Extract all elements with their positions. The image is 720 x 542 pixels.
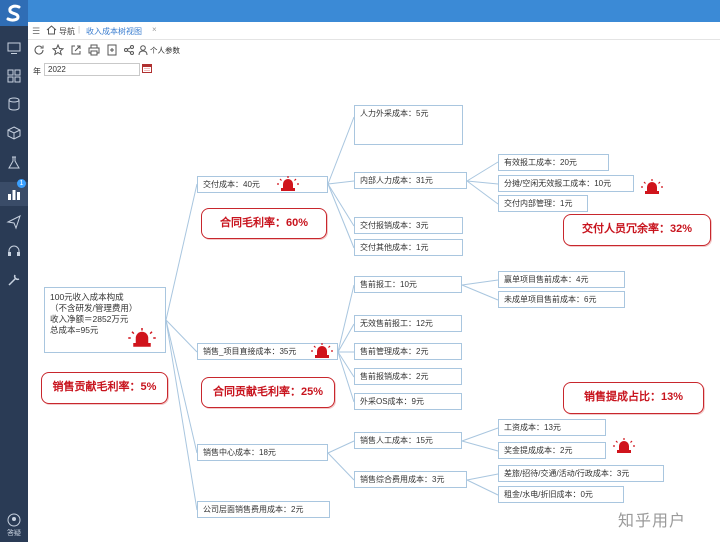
node-hr-outsource-cost[interactable]: 人力外采成本：5元 (354, 105, 463, 145)
node-delivery-reimb-cost[interactable]: 交付报销成本：3元 (354, 217, 463, 234)
alarm-icon (641, 179, 663, 194)
node-valid-report-cost[interactable]: 有效报工成本：20元 (498, 154, 609, 171)
node-sales-labor-cost[interactable]: 销售人工成本：15元 (354, 432, 462, 449)
callout-sales-margin: 销售贡献毛利率：5% (41, 372, 168, 404)
callout-contract-contribution: 合同贡献毛利率：25% (201, 377, 335, 408)
node-sales-misc-cost[interactable]: 销售综合费用成本：3元 (354, 471, 467, 488)
callout-text: 销售提成占比：13% (583, 391, 683, 403)
node-delivery-dept-mgmt[interactable]: 交付内部管理：1元 (498, 195, 588, 212)
node-idle-report-cost[interactable]: 分摊/空闲无效报工成本：10元 (498, 175, 634, 192)
node-bonus-cost[interactable]: 奖金提成成本：2元 (498, 442, 606, 459)
root-title: 100元收入成本构成 (50, 292, 124, 302)
callout-text: 合同贡献毛利率：25% (212, 386, 323, 398)
node-invalid-presales-report[interactable]: 无效售前报工：12元 (354, 315, 462, 332)
alarm-icon (311, 343, 333, 358)
node-rent-depreciation-cost[interactable]: 租金/水电/折旧成本：0元 (498, 486, 624, 503)
node-outsource-os-cost[interactable]: 外采OS成本：9元 (354, 393, 462, 410)
node-presales-mgmt-cost[interactable]: 售前管理成本：2元 (354, 343, 462, 360)
node-company-sales-cost[interactable]: 公司层面销售费用成本：2元 (197, 501, 330, 518)
callout-sales-commission: 销售提成占比：13% (563, 382, 704, 414)
watermark: 知乎用户 (618, 511, 687, 530)
root-note: （不含研发/管理费用） (50, 303, 138, 313)
callout-text: 合同毛利率：60% (219, 217, 309, 229)
root-revenue: 收入净额＝2852万元 (50, 314, 129, 324)
node-lost-presales-cost[interactable]: 未成单项目售前成本：6元 (498, 291, 625, 308)
node-delivery-other-cost[interactable]: 交付其他成本：1元 (354, 239, 463, 256)
node-salary-cost[interactable]: 工资成本：13元 (498, 419, 606, 436)
callout-delivery-redundancy: 交付人员冗余率：32% (563, 214, 711, 246)
node-travel-admin-cost[interactable]: 差旅/招待/交通/活动/行政成本：3元 (498, 465, 664, 482)
node-won-presales-cost[interactable]: 赢单项目售前成本：4元 (498, 271, 625, 288)
node-sales-center-cost[interactable]: 销售中心成本：18元 (197, 444, 328, 461)
callout-text: 交付人员冗余率：32% (581, 223, 692, 235)
alarm-icon (613, 438, 635, 453)
node-delivery-cost[interactable]: 交付成本：40元 (197, 176, 328, 193)
node-presales-report[interactable]: 售前报工：10元 (354, 276, 462, 293)
node-hr-internal-cost[interactable]: 内部人力成本：31元 (354, 172, 467, 189)
node-presales-reimb-cost[interactable]: 售前报销成本：2元 (354, 368, 462, 385)
alarm-icon (128, 328, 156, 347)
callout-text: 销售贡献毛利率：5% (52, 381, 157, 393)
alarm-icon (277, 176, 299, 191)
callout-contract-margin: 合同毛利率：60% (201, 208, 327, 239)
